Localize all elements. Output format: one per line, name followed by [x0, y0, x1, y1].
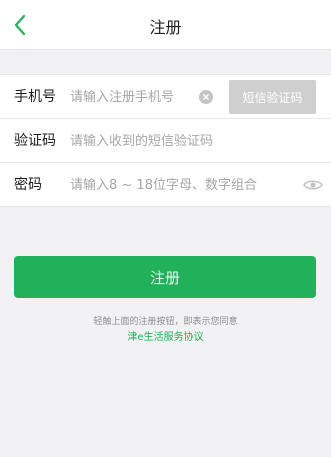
password-input[interactable]	[70, 173, 295, 197]
verification-code-input[interactable]	[70, 129, 310, 153]
clear-x-glyph	[203, 94, 209, 100]
password-row: 密码	[0, 163, 331, 207]
page-title: 注册	[149, 18, 182, 37]
eye-icon[interactable]	[303, 179, 323, 191]
top-navigation-bar: 注册	[0, 0, 331, 50]
code-label: 验证码	[14, 133, 56, 149]
phone-row: 手机号 短信验证码	[0, 75, 331, 119]
register-button[interactable]: 注册	[14, 256, 316, 298]
phone-label: 手机号	[14, 89, 56, 105]
service-agreement-link[interactable]: 津e生活服务协议	[0, 328, 331, 343]
registration-form: 手机号 短信验证码 验证码 密码	[0, 74, 331, 207]
code-row: 验证码	[0, 119, 331, 163]
send-sms-code-button[interactable]: 短信验证码	[229, 80, 316, 114]
password-label: 密码	[14, 177, 42, 193]
phone-input[interactable]	[70, 85, 190, 109]
clear-icon[interactable]	[199, 90, 213, 104]
agreement-notice: 轻触上面的注册按钮，即表示您同意	[93, 317, 238, 327]
